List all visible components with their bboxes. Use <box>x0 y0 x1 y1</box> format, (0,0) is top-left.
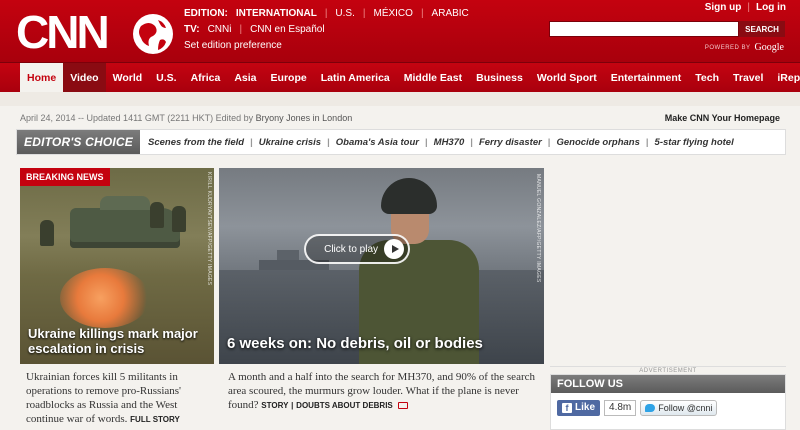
nav-europe[interactable]: Europe <box>264 63 314 93</box>
divider: | <box>324 8 328 19</box>
nav-asia[interactable]: Asia <box>227 63 263 93</box>
editors-choice-bar: EDITOR'S CHOICE Scenes from the field | … <box>16 129 786 155</box>
divider: | <box>362 8 366 19</box>
ec-link-genocide[interactable]: Genocide orphans <box>556 137 639 148</box>
nav-africa[interactable]: Africa <box>184 63 228 93</box>
nav-video[interactable]: Video <box>63 62 106 93</box>
dateline: April 24, 2014 -- Updated 1411 GMT (2211… <box>20 113 352 123</box>
facebook-like-button[interactable]: f Like <box>557 400 601 416</box>
nav-middle-east[interactable]: Middle East <box>397 63 469 93</box>
sign-up-link[interactable]: Sign up <box>705 2 742 13</box>
like-label: Like <box>575 402 596 413</box>
make-homepage-link[interactable]: Make CNN Your Homepage <box>665 113 780 123</box>
edition-mexico[interactable]: MÉXICO <box>373 6 412 22</box>
ec-link-scenes[interactable]: Scenes from the field <box>148 137 244 148</box>
play-button[interactable]: Click to play <box>304 234 410 264</box>
google-logo: Google <box>754 42 784 53</box>
divider: | <box>327 136 330 148</box>
soldier-graphic <box>172 206 186 232</box>
account-links: Sign up | Log in <box>705 2 786 13</box>
powered-by: POWERED BY Google <box>705 42 784 53</box>
twitter-icon <box>645 404 656 412</box>
story-mh370-video[interactable]: MANUEL GONZALEZ/AFP/GETTY IMAGES Click t… <box>219 168 544 364</box>
divider: | <box>250 136 253 148</box>
twitter-label: Follow @cnni <box>658 403 713 413</box>
breaking-news-badge: BREAKING NEWS <box>20 168 110 186</box>
nav-home[interactable]: Home <box>20 62 64 93</box>
edition-label: EDITION: <box>184 8 228 19</box>
nav-entertainment[interactable]: Entertainment <box>604 63 689 93</box>
svg-text:CNN: CNN <box>16 6 107 58</box>
nav-ireport[interactable]: iReport <box>770 63 800 93</box>
edition-arabic[interactable]: ARABIC <box>432 6 469 22</box>
ec-link-ukraine[interactable]: Ukraine crisis <box>259 137 321 148</box>
story-headline[interactable]: Ukraine killings mark major escalation i… <box>28 326 206 356</box>
story-ukraine-image[interactable]: BREAKING NEWS KIRILL KUDRYAVTSEV/AFP/GET… <box>20 168 214 364</box>
doubts-about-debris-link[interactable]: DOUBTS ABOUT DEBRIS <box>296 401 393 410</box>
powered-by-label: POWERED BY <box>704 44 751 51</box>
follow-us-title: FOLLOW US <box>551 375 785 393</box>
nav-underbar <box>0 92 800 106</box>
play-icon <box>384 239 404 259</box>
divider: | <box>291 401 294 410</box>
search-button[interactable]: SEARCH <box>739 21 785 37</box>
explosion-graphic <box>60 268 150 328</box>
nav-travel[interactable]: Travel <box>726 63 770 93</box>
edition-us[interactable]: U.S. <box>335 6 354 22</box>
edition-current[interactable]: INTERNATIONAL <box>236 6 317 22</box>
nav-us[interactable]: U.S. <box>149 63 183 93</box>
editors-choice-links: Scenes from the field | Ukraine crisis |… <box>140 137 734 148</box>
dateline-text: April 24, 2014 -- Updated 1411 GMT (2211… <box>20 113 254 123</box>
divider: | <box>470 136 473 148</box>
follow-us-box: FOLLOW US f Like 4.8m Follow @cnni <box>550 374 786 430</box>
set-edition-preference-link[interactable]: Set edition preference <box>184 38 282 54</box>
search-box: SEARCH <box>549 21 785 37</box>
story-ukraine-summary: Ukrainian forces kill 5 militants in ope… <box>26 370 212 427</box>
divider: | <box>239 24 243 35</box>
tv-label: TV: <box>184 24 200 35</box>
ec-link-mh370[interactable]: MH370 <box>434 137 465 148</box>
main-nav: Home Video World U.S. Africa Asia Europe… <box>0 62 800 93</box>
facebook-icon: f <box>562 403 572 413</box>
nav-tech[interactable]: Tech <box>688 63 726 93</box>
like-count: 4.8m <box>604 400 637 416</box>
soldier-graphic <box>40 220 54 246</box>
twitter-follow-button[interactable]: Follow @cnni <box>640 400 718 416</box>
divider: | <box>645 136 649 148</box>
divider: | <box>747 2 750 13</box>
nav-world[interactable]: World <box>106 63 150 93</box>
log-in-link[interactable]: Log in <box>756 2 786 13</box>
ec-link-ferry[interactable]: Ferry disaster <box>479 137 542 148</box>
ec-link-flying-hotel[interactable]: 5-star flying hotel <box>655 137 734 148</box>
header: CNN EDITION: INTERNATIONAL | U.S. | MÉXI… <box>0 0 800 62</box>
soldier-graphic <box>150 202 164 228</box>
nav-latin-america[interactable]: Latin America <box>314 63 397 93</box>
cnn-logo[interactable]: CNN <box>16 6 176 58</box>
play-label: Click to play <box>324 243 378 255</box>
video-icon <box>397 401 408 409</box>
search-input[interactable] <box>549 21 739 37</box>
full-story-link[interactable]: FULL STORY <box>130 415 180 424</box>
divider: | <box>547 136 551 148</box>
nav-business[interactable]: Business <box>469 63 530 93</box>
divider: | <box>420 8 424 19</box>
tv-cnn-espanol[interactable]: CNN en Español <box>250 22 324 38</box>
photo-credit: MANUEL GONZALEZ/AFP/GETTY IMAGES <box>535 174 541 283</box>
tv-cnni[interactable]: CNNi <box>208 22 232 38</box>
story-link[interactable]: STORY <box>261 401 288 410</box>
edition-selector: EDITION: INTERNATIONAL | U.S. | MÉXICO |… <box>184 6 469 54</box>
advertisement-label: ADVERTISEMENT <box>550 366 786 374</box>
story-mh370-summary: A month and a half into the search for M… <box>228 370 544 413</box>
photo-credit: KIRILL KUDRYAVTSEV/AFP/GETTY IMAGES <box>206 172 212 286</box>
divider: | <box>424 136 428 148</box>
nav-world-sport[interactable]: World Sport <box>530 63 604 93</box>
editors-choice-label: EDITOR'S CHOICE <box>17 130 140 154</box>
dateline-editor: Bryony Jones in London <box>255 113 353 123</box>
story-headline[interactable]: 6 weeks on: No debris, oil or bodies <box>227 335 483 352</box>
ec-link-obama[interactable]: Obama's Asia tour <box>336 137 419 148</box>
